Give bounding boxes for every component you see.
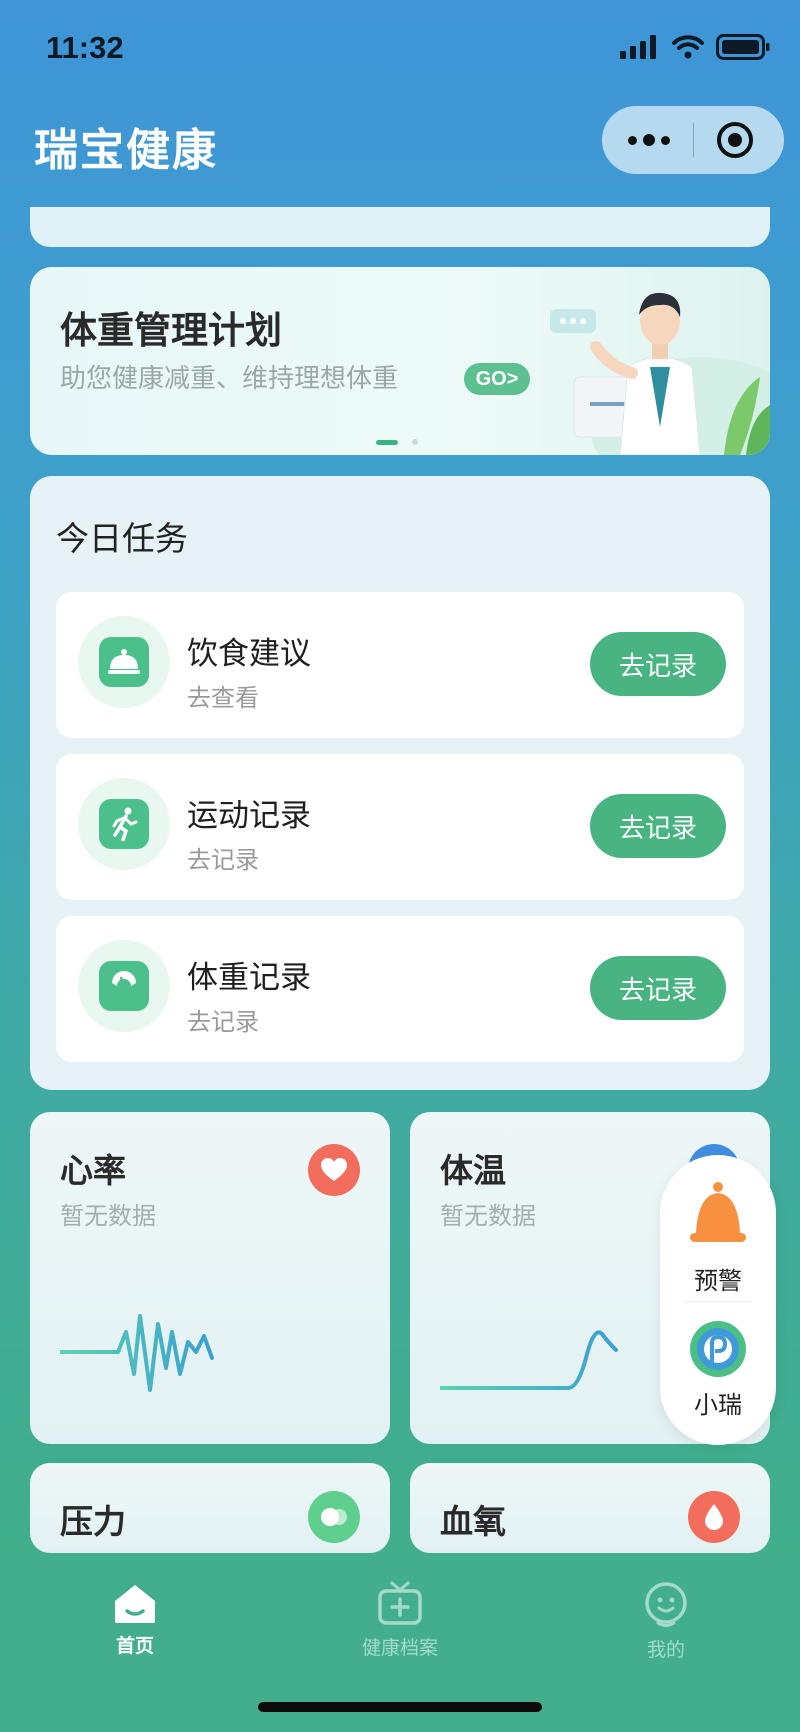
task-name: 饮食建议 xyxy=(187,636,311,672)
app-header: 瑞宝健康 xyxy=(0,100,800,210)
close-mini-program-button[interactable] xyxy=(715,120,755,160)
metric-status: 暂无数据 xyxy=(60,1202,156,1230)
battery-icon xyxy=(716,34,770,60)
assistant-label[interactable]: 小瑞 xyxy=(660,1385,776,1420)
alert-label[interactable]: 预警 xyxy=(660,1261,776,1296)
stress-icon xyxy=(308,1491,360,1543)
task-subtitle[interactable]: 去记录 xyxy=(187,1002,259,1037)
runner-icon xyxy=(112,807,138,841)
temperature-curve-graphic xyxy=(440,1330,618,1390)
task-row-exercise[interactable]: 运动记录 去记录 去记录 xyxy=(56,754,744,900)
mini-program-capsule xyxy=(602,106,784,174)
home-indicator[interactable] xyxy=(258,1702,542,1712)
metric-title: 体温 xyxy=(440,1151,506,1190)
scale-gauge-icon xyxy=(112,971,136,987)
health-record-icon xyxy=(378,1581,422,1625)
carousel-dot-active xyxy=(376,439,398,445)
task-icon-bg xyxy=(78,940,170,1032)
running-icon xyxy=(99,799,149,849)
heart-shape-icon xyxy=(321,1158,347,1181)
bell-icon[interactable] xyxy=(688,1181,748,1251)
tab-label: 健康档案 xyxy=(361,1637,438,1659)
tab-health-record[interactable]: 健康档案 xyxy=(330,1581,470,1671)
tab-home[interactable]: 首页 xyxy=(65,1581,205,1671)
more-dot-icon xyxy=(628,135,637,145)
metric-status: 暂无数据 xyxy=(440,1202,536,1230)
more-options-button[interactable] xyxy=(624,122,674,158)
blood-oxygen-card[interactable]: 血氧 xyxy=(410,1463,770,1553)
tab-profile[interactable]: 我的 xyxy=(596,1581,736,1671)
task-icon-bg xyxy=(78,616,170,708)
cloche-icon xyxy=(108,649,140,674)
heart-icon xyxy=(308,1144,360,1196)
signal-icon xyxy=(620,35,656,59)
banner-title: 体重管理计划 xyxy=(60,309,282,352)
stress-circles-icon xyxy=(321,1508,347,1526)
heart-rate-card[interactable]: 心率 暂无数据 xyxy=(30,1112,390,1444)
blood-drop-icon xyxy=(688,1491,740,1543)
profile-icon xyxy=(645,1582,687,1627)
diet-icon xyxy=(99,637,149,687)
task-name: 体重记录 xyxy=(187,960,311,996)
panel-divider xyxy=(684,1301,752,1302)
task-row-weight[interactable]: 体重记录 去记录 去记录 xyxy=(56,916,744,1062)
task-name: 运动记录 xyxy=(187,798,311,834)
stress-card[interactable]: 压力 xyxy=(30,1463,390,1553)
status-icons xyxy=(620,34,770,60)
carousel-dot xyxy=(412,439,418,445)
previous-card xyxy=(30,207,770,247)
task-icon-bg xyxy=(78,778,170,870)
wifi-icon xyxy=(672,35,704,59)
app-title: 瑞宝健康 xyxy=(34,125,218,176)
task-subtitle[interactable]: 去查看 xyxy=(187,678,259,713)
tab-label: 我的 xyxy=(646,1639,685,1661)
record-exercise-button[interactable]: 去记录 xyxy=(590,794,726,858)
home-icon xyxy=(115,1585,155,1623)
record-diet-button[interactable]: 去记录 xyxy=(590,632,726,696)
target-icon xyxy=(717,122,753,158)
assistant-icon[interactable] xyxy=(688,1319,748,1379)
status-time: 11:32 xyxy=(46,30,124,65)
metric-title: 血氧 xyxy=(440,1502,506,1541)
task-subtitle[interactable]: 去记录 xyxy=(187,840,259,875)
banner-subtitle: 助您健康减重、维持理想体重 xyxy=(60,364,399,394)
capsule-divider xyxy=(693,123,694,157)
metric-title: 压力 xyxy=(60,1502,126,1541)
doctor-illustration xyxy=(550,292,770,455)
carousel-indicator xyxy=(376,439,418,445)
scale-icon xyxy=(99,961,149,1011)
more-dot-icon xyxy=(643,134,655,146)
heart-rate-wave-graphic xyxy=(60,1314,214,1392)
task-row-diet[interactable]: 饮食建议 去查看 去记录 xyxy=(56,592,744,738)
floating-action-panel: 预警 小瑞 xyxy=(660,1155,776,1445)
status-bar: 11:32 xyxy=(0,0,800,100)
metric-title: 心率 xyxy=(60,1151,126,1190)
tasks-title: 今日任务 xyxy=(56,519,188,558)
record-weight-button[interactable]: 去记录 xyxy=(590,956,726,1020)
weight-plan-banner[interactable]: 体重管理计划 助您健康减重、维持理想体重 GO> xyxy=(30,267,770,455)
today-tasks-card: 今日任务 饮食建议 去查看 去记录 运动记录 去记录 去记录 体重记录 去记录 … xyxy=(30,476,770,1090)
drop-shape-icon xyxy=(705,1504,723,1530)
go-button[interactable]: GO> xyxy=(464,363,530,395)
more-dot-icon xyxy=(661,135,670,145)
tab-label: 首页 xyxy=(115,1635,154,1657)
